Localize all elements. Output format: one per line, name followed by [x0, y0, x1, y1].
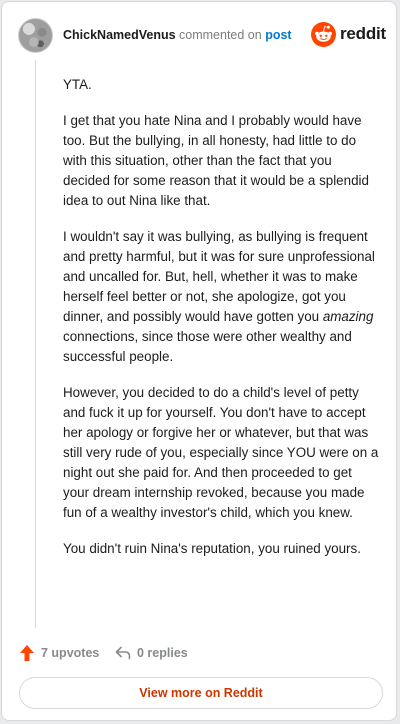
comment-paragraph: I get that you hate Nina and I probably …: [63, 113, 369, 208]
post-link[interactable]: post: [265, 28, 291, 42]
comment-body: YTA. I get that you hate Nina and I prob…: [63, 75, 381, 559]
upvote-count: 7 upvotes: [41, 646, 100, 660]
reddit-snoo-icon: [311, 21, 336, 47]
embedded-comment-card: ChickNamedVenus commented on post reddit…: [1, 1, 397, 721]
emphasized-text: amazing: [322, 309, 374, 324]
comment-paragraph: YTA.: [63, 77, 92, 92]
comment-header: ChickNamedVenus commented on post: [63, 27, 292, 43]
reddit-wordmark: reddit: [340, 24, 387, 43]
commented-on-label: commented on: [179, 28, 262, 42]
username[interactable]: ChickNamedVenus: [63, 28, 176, 42]
upvote-arrow-icon: [20, 645, 34, 661]
view-more-button[interactable]: View more on Reddit: [19, 677, 383, 709]
upvote-button[interactable]: 7 upvotes: [19, 643, 99, 663]
reply-count: 0 replies: [137, 646, 188, 660]
thread-line[interactable]: [35, 60, 36, 628]
comment-paragraph: However, you decided to do a child's lev…: [63, 385, 379, 520]
replies-button[interactable]: 0 replies: [115, 643, 188, 663]
paragraph-text: connections, since those were other weal…: [63, 329, 352, 364]
reply-arrow-icon: [115, 646, 131, 660]
avatar[interactable]: [18, 18, 53, 53]
comment-paragraph: You didn't ruin Nina's reputation, you r…: [63, 541, 361, 556]
reddit-logo[interactable]: reddit: [311, 21, 386, 47]
comment-paragraph: I wouldn't say it was bullying, as bully…: [63, 227, 381, 367]
